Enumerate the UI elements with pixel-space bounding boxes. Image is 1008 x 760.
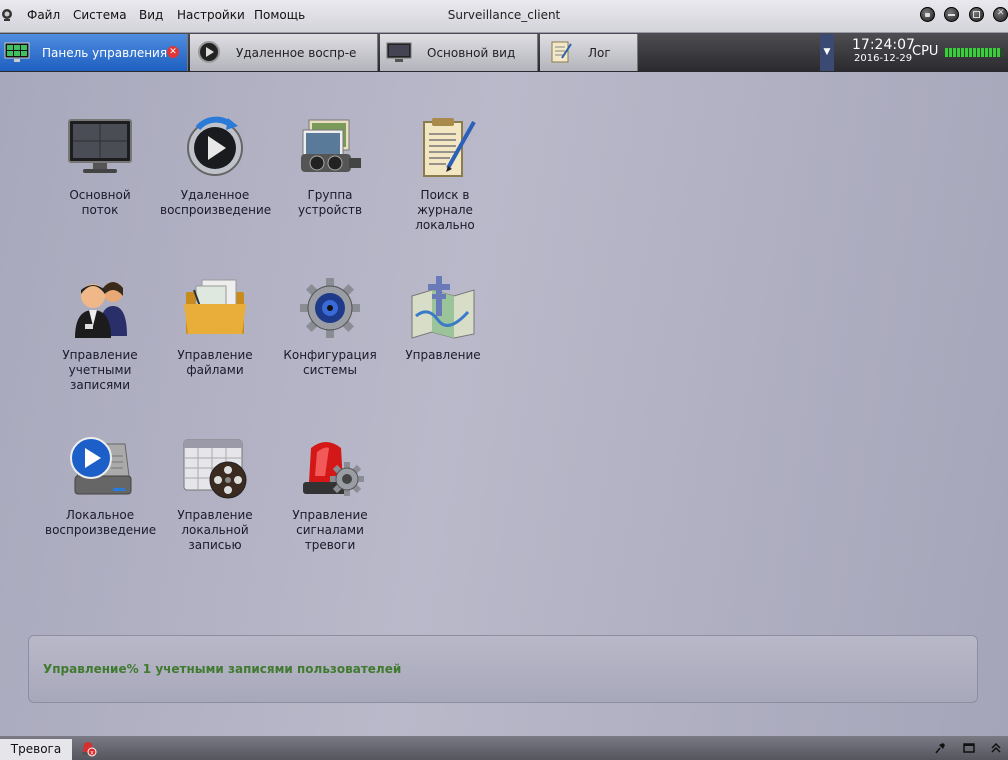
module-label: Управление файлами	[177, 348, 253, 377]
module-log-search[interactable]: Поиск в журнале локально	[390, 116, 500, 233]
cpu-meter-segment	[993, 48, 996, 57]
collapse-up-icon[interactable]	[990, 742, 1002, 754]
alarm-siren-icon	[303, 442, 364, 496]
module-label: Управление сигналами тревоги	[292, 508, 368, 552]
tab-close-icon[interactable]: ✕	[167, 46, 179, 58]
window-icon[interactable]	[963, 742, 975, 754]
map-icon	[411, 276, 475, 339]
svg-text:x: x	[90, 750, 94, 757]
status-message: Управление% 1 учетными записями пользова…	[43, 662, 402, 676]
tab-bar: Панель управления ✕ Удаленное воспр-е Ос…	[0, 33, 1008, 72]
module-label: Управление	[405, 348, 481, 362]
tab-label: Основной вид	[427, 46, 516, 60]
local-playback-icon	[70, 437, 132, 495]
module-main-stream[interactable]: Основной поток	[45, 116, 155, 218]
remote-playback-icon	[198, 41, 220, 63]
cpu-meter-segment	[977, 48, 980, 57]
clock-date: 2016-12-29	[854, 53, 913, 64]
module-label: Управление локальной записью	[177, 508, 253, 552]
cpu-meter-segment	[965, 48, 968, 57]
module-account-management[interactable]: Управление учетными записями	[45, 276, 155, 393]
cpu-meter	[945, 48, 1004, 57]
maximize-button[interactable]	[969, 7, 984, 22]
cpu-meter-segment	[961, 48, 964, 57]
cpu-meter-segment	[985, 48, 988, 57]
module-label: Локальное воспроизведение	[45, 508, 157, 537]
device-group-icon	[301, 119, 361, 172]
alarm-off-icon[interactable]: x	[80, 740, 97, 757]
cpu-meter-segment	[989, 48, 992, 57]
tab-remote-playback[interactable]: Удаленное воспр-е	[190, 34, 378, 71]
module-label: Группа устройств	[297, 188, 363, 217]
cpu-meter-segment	[997, 48, 1000, 57]
monitor-icon	[68, 119, 132, 173]
cpu-label: CPU	[912, 44, 939, 59]
app-logo-icon	[2, 9, 12, 21]
cpu-meter-segment	[957, 48, 960, 57]
minimize-button[interactable]	[944, 7, 959, 22]
cpu-meter-segment	[981, 48, 984, 57]
cpu-meter-segment	[953, 48, 956, 57]
module-file-management[interactable]: Управление файлами	[160, 276, 270, 378]
menu-file[interactable]: Файл	[27, 8, 60, 22]
module-label: Управление учетными записями	[62, 348, 138, 392]
cpu-meter-segment	[1001, 48, 1004, 57]
module-label: Поиск в журнале локально	[415, 188, 475, 232]
pin-icon[interactable]	[934, 742, 946, 754]
tab-main-view[interactable]: Основной вид	[380, 34, 538, 71]
remote-playback-icon	[187, 116, 243, 176]
log-search-icon	[423, 118, 476, 177]
module-local-playback[interactable]: Локальное воспроизведение	[45, 436, 157, 538]
folder-icon	[184, 279, 246, 334]
tab-dropdown-button[interactable]: ▼	[820, 34, 834, 71]
module-local-recording[interactable]: Управление локальной записью	[160, 436, 270, 553]
module-system-config[interactable]: Конфигурация системы	[275, 276, 385, 378]
module-device-group[interactable]: Группа устройств	[275, 116, 385, 218]
monitor-grid-icon	[4, 42, 30, 62]
tab-log[interactable]: Лог	[540, 34, 638, 71]
status-panel: Управление% 1 учетными записями пользова…	[28, 635, 978, 703]
cpu-meter-segment	[945, 48, 948, 57]
tab-label: Удаленное воспр-е	[236, 46, 357, 60]
module-map-management[interactable]: Управление	[388, 276, 498, 363]
bottom-bar: Тревога x	[0, 736, 1008, 760]
cpu-meter-segment	[973, 48, 976, 57]
tab-label: Лог	[588, 46, 611, 60]
control-panel: Основной поток Удаленное воспроизведение…	[0, 72, 1008, 736]
cpu-meter-segment	[949, 48, 952, 57]
title-bar: Файл Система Вид Настройки Помощь Survei…	[0, 0, 1008, 33]
tab-control-panel[interactable]: Панель управления ✕	[0, 34, 188, 71]
module-remote-playback[interactable]: Удаленное воспроизведение	[160, 116, 272, 218]
clock-time: 17:24:07	[852, 37, 915, 53]
tab-label: Панель управления	[42, 46, 168, 60]
module-alarm-management[interactable]: Управление сигналами тревоги	[275, 436, 385, 553]
lock-button[interactable]	[920, 7, 935, 22]
cpu-meter-segment	[969, 48, 972, 57]
users-icon	[75, 282, 127, 338]
menu-view[interactable]: Вид	[139, 8, 163, 22]
menu-help[interactable]: Помощь	[254, 8, 305, 22]
log-notepad-icon	[551, 41, 572, 63]
module-label: Конфигурация системы	[283, 348, 377, 377]
menu-settings[interactable]: Настройки	[177, 8, 245, 22]
menu-system[interactable]: Система	[73, 8, 127, 22]
monitor-icon	[386, 42, 412, 62]
module-label: Основной поток	[69, 188, 131, 217]
gear-icon	[300, 278, 360, 338]
alarm-tab[interactable]: Тревога	[0, 739, 72, 760]
record-schedule-icon	[183, 439, 247, 499]
close-button[interactable]	[993, 7, 1008, 22]
module-label: Удаленное воспроизведение	[160, 188, 272, 217]
